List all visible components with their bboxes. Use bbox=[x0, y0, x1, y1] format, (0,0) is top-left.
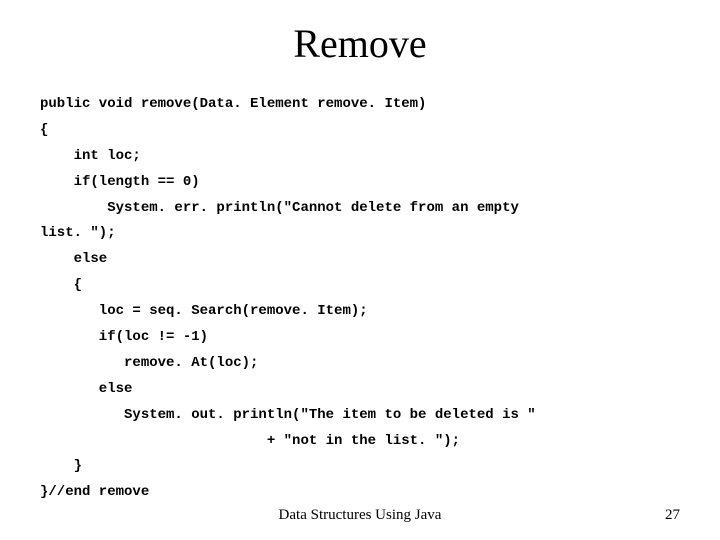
code-line: loc = seq. Search(remove. Item); bbox=[40, 303, 368, 319]
code-line: list. "); bbox=[40, 225, 116, 241]
code-line: if(loc != -1) bbox=[40, 329, 208, 345]
code-line: } bbox=[40, 458, 82, 474]
code-line: remove. At(loc); bbox=[40, 355, 258, 371]
code-line: }//end remove bbox=[40, 484, 149, 500]
page-number: 27 bbox=[665, 507, 680, 524]
code-line: if(length == 0) bbox=[40, 174, 200, 190]
code-line: + "not in the list. "); bbox=[40, 433, 460, 449]
code-line: { bbox=[40, 277, 82, 293]
footer: Data Structures Using Java bbox=[0, 507, 720, 524]
code-line: else bbox=[40, 381, 132, 397]
code-line: else bbox=[40, 251, 107, 267]
slide-container: Remove public void remove(Data. Element … bbox=[0, 0, 720, 540]
code-line: public void remove(Data. Element remove.… bbox=[40, 96, 426, 112]
code-line: { bbox=[40, 122, 48, 138]
code-line: int loc; bbox=[40, 148, 141, 164]
code-block: public void remove(Data. Element remove.… bbox=[40, 92, 680, 506]
footer-text: Data Structures Using Java bbox=[279, 507, 442, 524]
slide-title: Remove bbox=[40, 20, 680, 67]
code-line: System. err. println("Cannot delete from… bbox=[40, 200, 519, 216]
code-line: System. out. println("The item to be del… bbox=[40, 407, 536, 423]
